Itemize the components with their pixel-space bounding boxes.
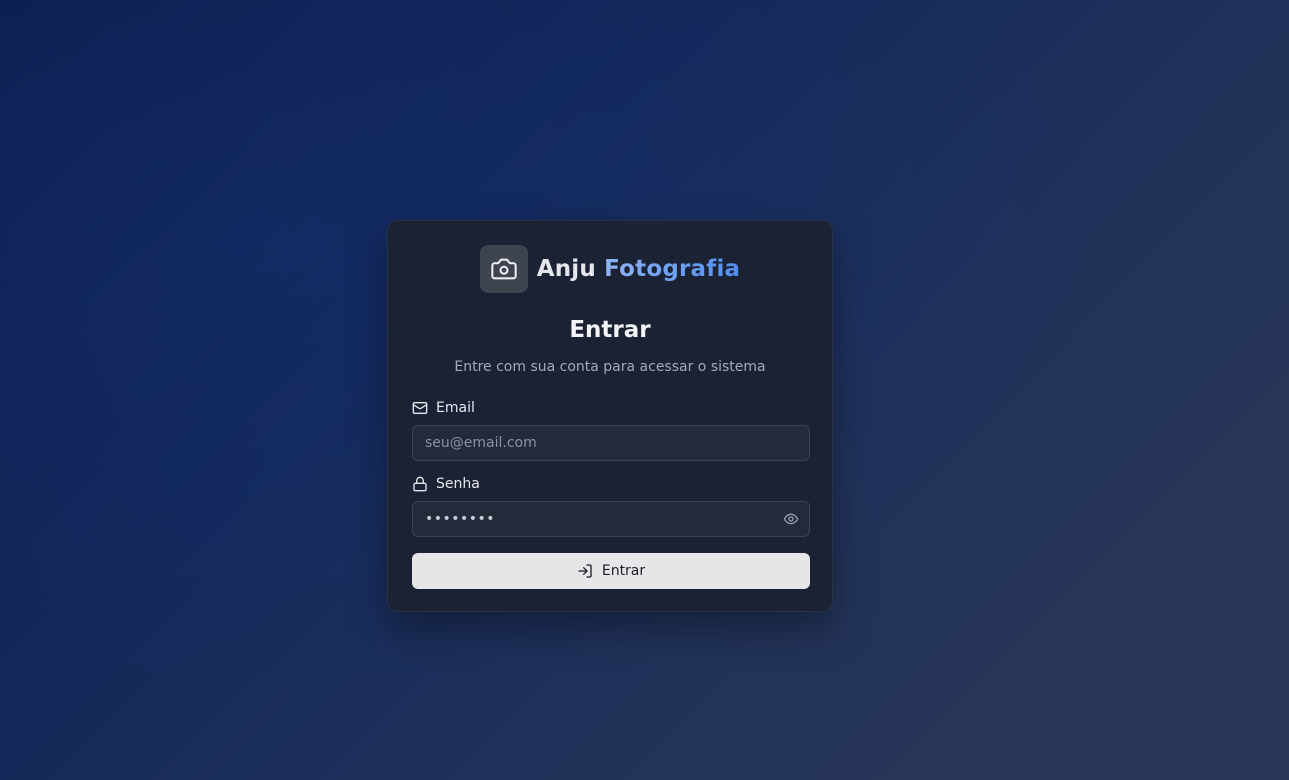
email-label-text: Email — [436, 400, 475, 416]
brand-name-part2: Fotografia — [604, 256, 741, 282]
password-field[interactable] — [413, 502, 773, 536]
email-label: Email — [412, 400, 475, 416]
email-field-wrapper — [412, 425, 810, 461]
logo-badge — [479, 245, 528, 293]
camera-icon — [490, 255, 518, 283]
password-visibility-toggle[interactable] — [773, 502, 809, 536]
mail-icon — [412, 400, 428, 416]
brand-name-part1: Anju — [536, 256, 596, 282]
brand-header: Anju Fotografia — [388, 245, 832, 293]
login-card: Anju Fotografia Entrar Entre com sua con… — [387, 220, 833, 612]
log-in-icon — [577, 563, 593, 579]
brand-name: Anju Fotografia — [537, 256, 741, 282]
login-submit-button[interactable]: Entrar — [412, 553, 810, 589]
password-label: Senha — [412, 476, 480, 492]
password-field-wrapper — [412, 501, 810, 537]
page-title: Entrar — [569, 317, 651, 343]
password-label-text: Senha — [436, 476, 480, 492]
page-subtitle: Entre com sua conta para acessar o siste… — [454, 359, 766, 375]
lock-icon — [412, 476, 428, 492]
email-field[interactable] — [413, 426, 809, 460]
login-submit-label: Entrar — [601, 563, 646, 579]
eye-icon — [783, 511, 799, 527]
